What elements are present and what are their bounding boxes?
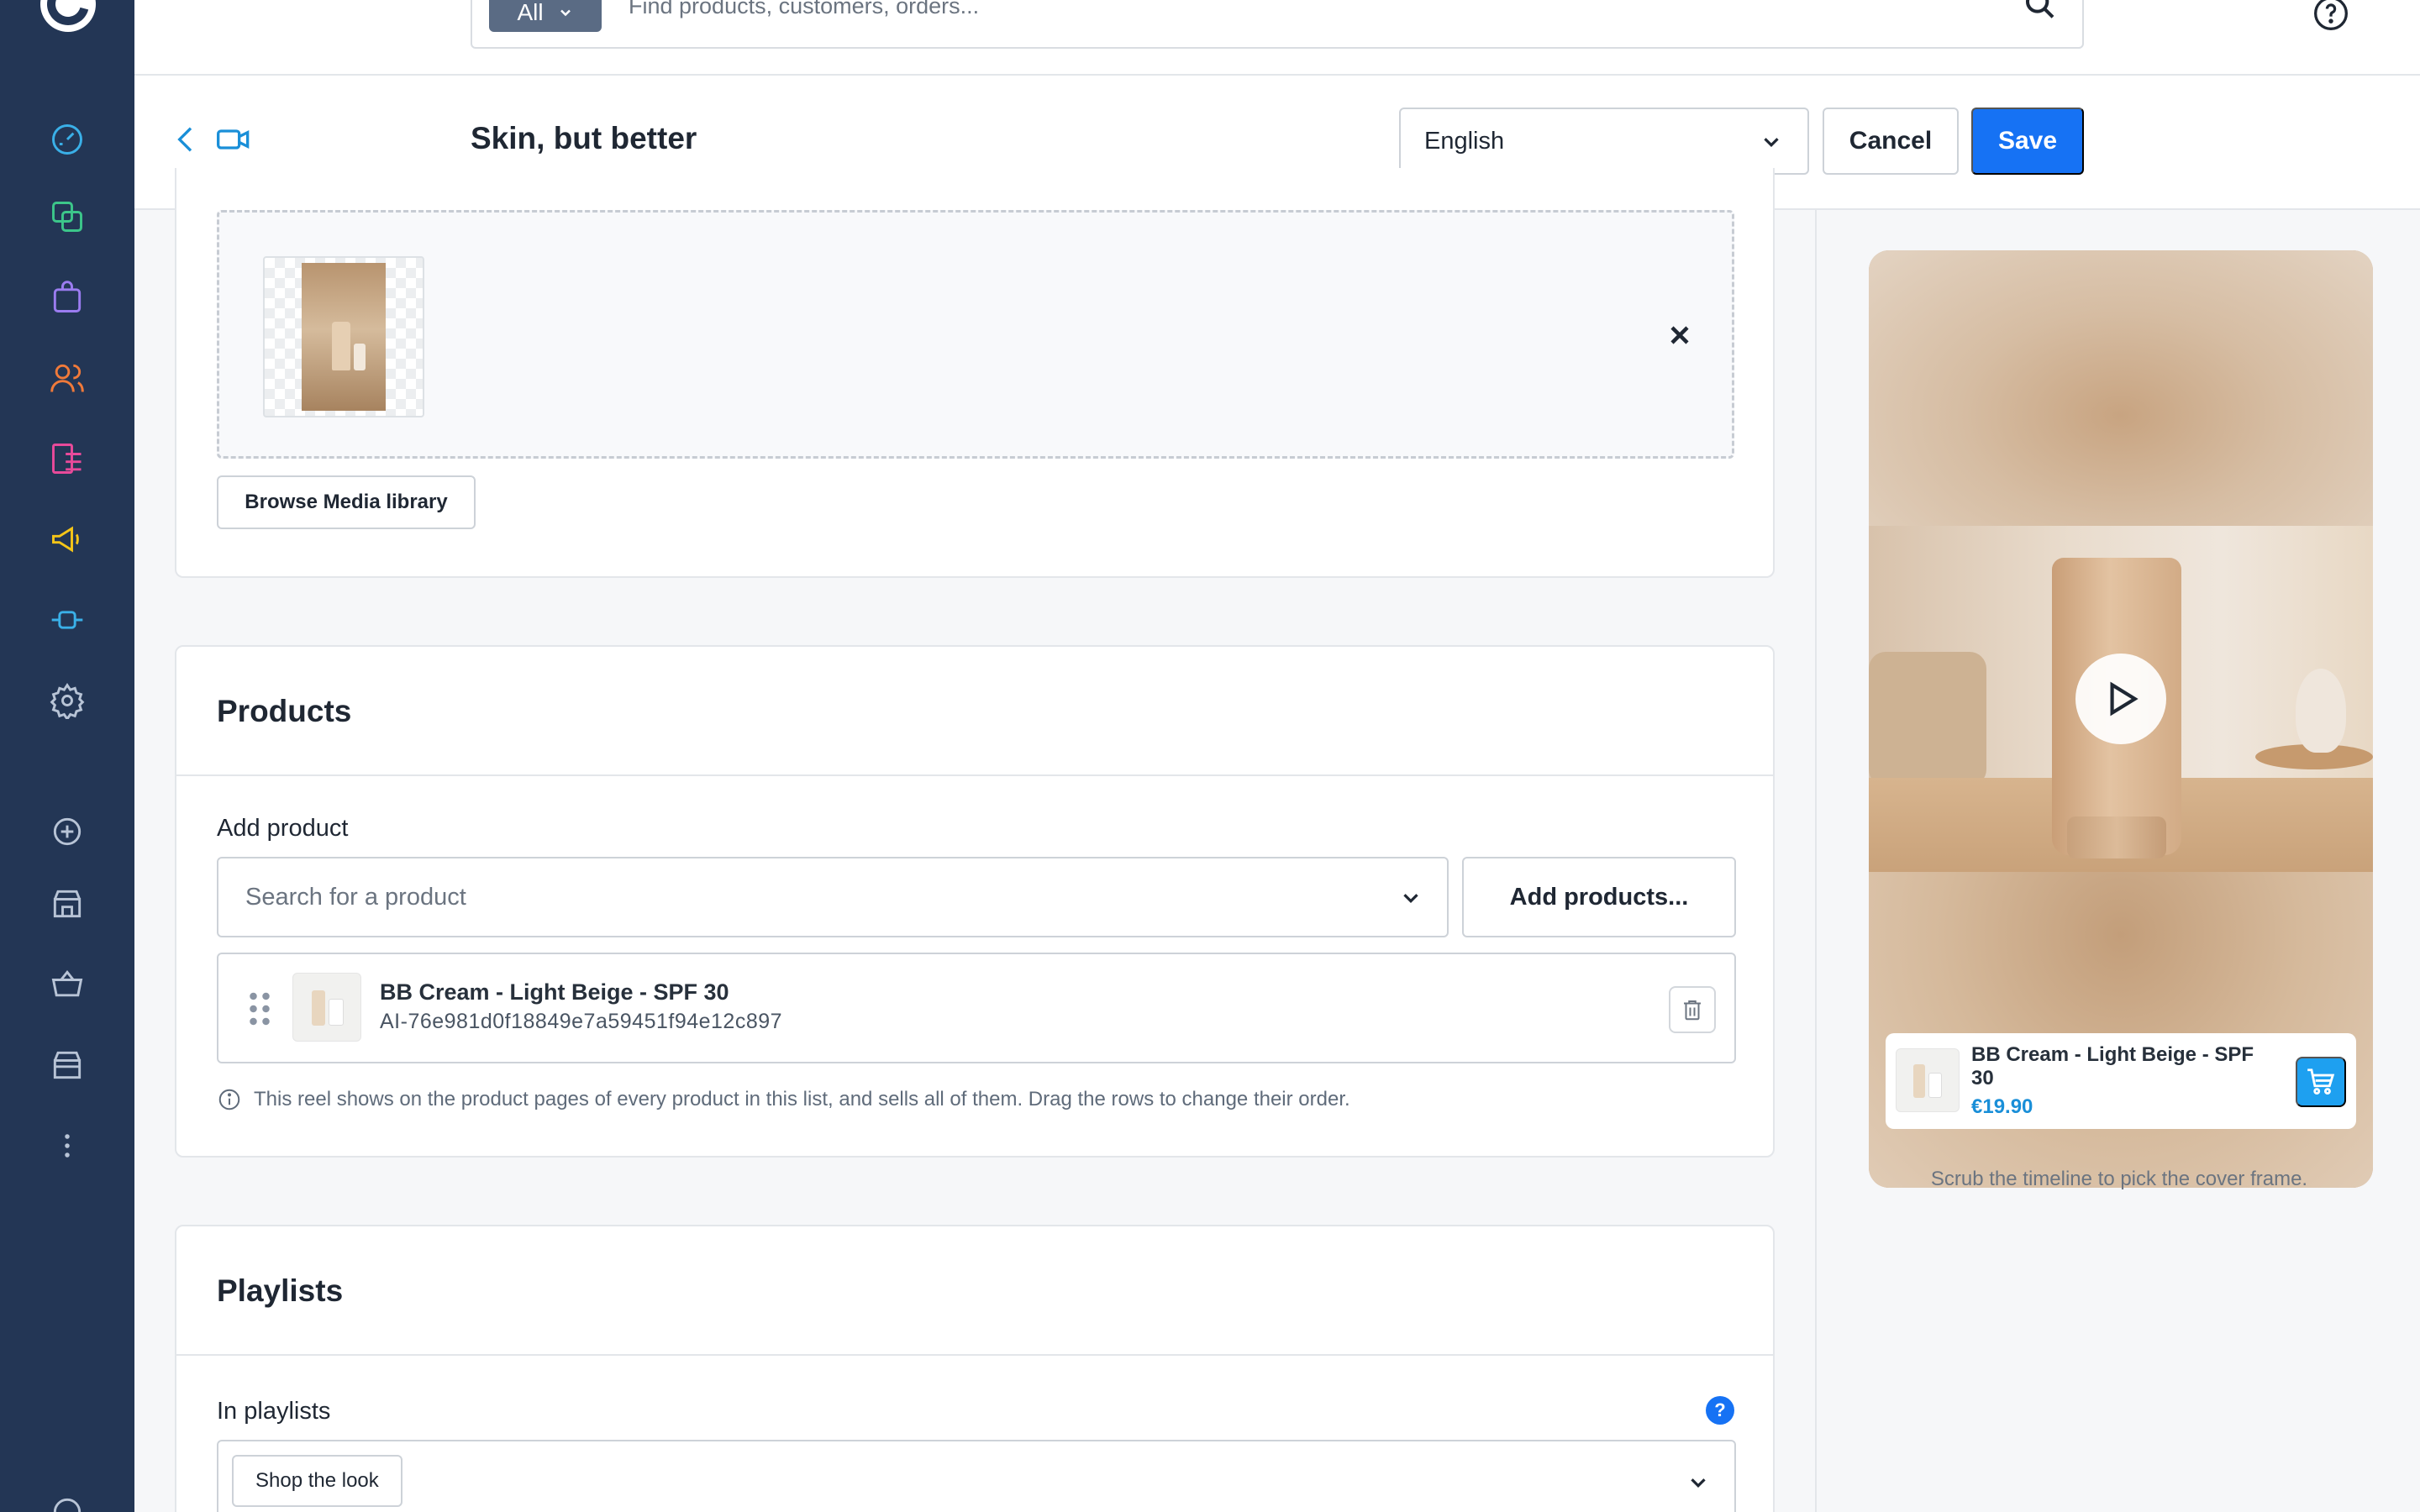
cancel-button[interactable]: Cancel xyxy=(1823,108,1959,175)
chevron-down-icon xyxy=(1691,1478,1706,1488)
save-button[interactable]: Save xyxy=(1971,108,2084,175)
preview-hint: Scrub the timeline to pick the cover fra… xyxy=(1930,1168,2308,1190)
global-search[interactable]: All Find products, customers, orders... xyxy=(471,0,2084,49)
product-name: BB Cream - Light Beige - SPF 30 xyxy=(380,979,729,1005)
playlists-select[interactable]: Shop the look xyxy=(217,1440,1736,1512)
preview-product-thumbnail xyxy=(1896,1048,1960,1112)
add-products-button[interactable]: Add products... xyxy=(1462,857,1736,937)
products-card: Products Add product Search for a produc… xyxy=(175,645,1775,1158)
search-icon[interactable] xyxy=(2023,0,2057,27)
add-to-cart-button[interactable] xyxy=(2296,1057,2346,1107)
info-icon xyxy=(218,1089,240,1110)
store-alt-icon[interactable] xyxy=(47,1045,87,1085)
product-search-input[interactable]: Search for a product xyxy=(217,857,1449,937)
help-badge-icon[interactable]: ? xyxy=(1706,1396,1734,1425)
help-icon[interactable] xyxy=(2312,0,2349,32)
history-icon[interactable] xyxy=(47,1492,87,1512)
preview-product-price: €19.90 xyxy=(1971,1095,2033,1118)
search-scope-label: All xyxy=(517,0,544,25)
page-title: Skin, but better xyxy=(471,121,697,155)
orders-bag-icon[interactable] xyxy=(47,277,87,318)
preview-frame-bottom xyxy=(1869,872,2373,1188)
search-input[interactable]: Find products, customers, orders... xyxy=(629,0,979,19)
language-select[interactable]: English xyxy=(1399,108,1809,175)
sidebar xyxy=(0,0,134,1512)
delete-product-button[interactable] xyxy=(1669,986,1716,1033)
preview-product-card[interactable]: BB Cream - Light Beige - SPF 30 €19.90 xyxy=(1886,1033,2356,1129)
video-camera-icon xyxy=(216,129,250,150)
store-icon[interactable] xyxy=(47,884,87,924)
chevron-down-icon xyxy=(1403,894,1418,904)
add-product-label: Add product xyxy=(217,815,349,842)
product-search-placeholder: Search for a product xyxy=(245,884,466,911)
product-row[interactable]: BB Cream - Light Beige - SPF 30 AI-76e98… xyxy=(217,953,1736,1063)
chevron-down-icon xyxy=(560,9,571,17)
settings-gear-icon[interactable] xyxy=(47,680,87,721)
products-card-header: Products xyxy=(176,647,1773,776)
marketing-megaphone-icon[interactable] xyxy=(47,519,87,559)
trash-icon xyxy=(1684,1000,1701,1021)
media-thumbnail-image xyxy=(302,263,386,411)
top-header: All Find products, customers, orders... xyxy=(134,0,2420,76)
product-thumbnail xyxy=(292,973,361,1042)
basket-icon[interactable] xyxy=(47,964,87,1005)
products-info-text: This reel shows on the product pages of … xyxy=(254,1088,1350,1110)
logo[interactable] xyxy=(40,0,96,32)
products-title: Products xyxy=(217,694,352,728)
media-card: Browse Media library xyxy=(175,168,1775,578)
language-value: English xyxy=(1424,128,1505,155)
chevron-down-icon xyxy=(1764,138,1779,148)
playlists-title: Playlists xyxy=(217,1273,344,1308)
playlists-card-header: Playlists xyxy=(176,1226,1773,1356)
catalog-icon[interactable] xyxy=(47,197,87,237)
remove-media-icon[interactable] xyxy=(1665,320,1695,350)
integrations-icon[interactable] xyxy=(47,600,87,640)
search-scope-dropdown[interactable]: All xyxy=(489,0,602,32)
more-icon[interactable] xyxy=(47,1126,87,1166)
playlist-chip[interactable]: Shop the look xyxy=(232,1455,402,1507)
preview-frame-top xyxy=(1869,250,2373,526)
dashboard-icon[interactable] xyxy=(47,119,87,160)
product-sku: AI-76e981d0f18849e7a59451f94e12c897 xyxy=(380,1010,783,1033)
video-preview[interactable]: BB Cream - Light Beige - SPF 30 €19.90 xyxy=(1869,250,2373,1188)
add-circle-icon[interactable] xyxy=(47,811,87,852)
back-arrow-icon[interactable] xyxy=(170,123,203,156)
products-info: This reel shows on the product pages of … xyxy=(217,1087,1350,1112)
play-button[interactable] xyxy=(2075,654,2166,744)
customers-icon[interactable] xyxy=(47,358,87,398)
media-thumbnail[interactable] xyxy=(263,256,424,417)
preview-panel: BB Cream - Light Beige - SPF 30 €19.90 S… xyxy=(1815,210,2420,1512)
drag-handle-icon[interactable] xyxy=(247,990,272,1028)
play-icon xyxy=(2110,681,2139,717)
preview-product-name: BB Cream - Light Beige - SPF 30 xyxy=(1971,1043,2254,1089)
media-dropzone[interactable] xyxy=(217,210,1734,459)
content-icon[interactable] xyxy=(47,438,87,479)
in-playlists-label: In playlists xyxy=(217,1398,331,1425)
playlists-card: Playlists In playlists ? Shop the look xyxy=(175,1225,1775,1512)
browse-media-library-button[interactable]: Browse Media library xyxy=(217,475,476,529)
cart-icon xyxy=(2307,1068,2335,1095)
